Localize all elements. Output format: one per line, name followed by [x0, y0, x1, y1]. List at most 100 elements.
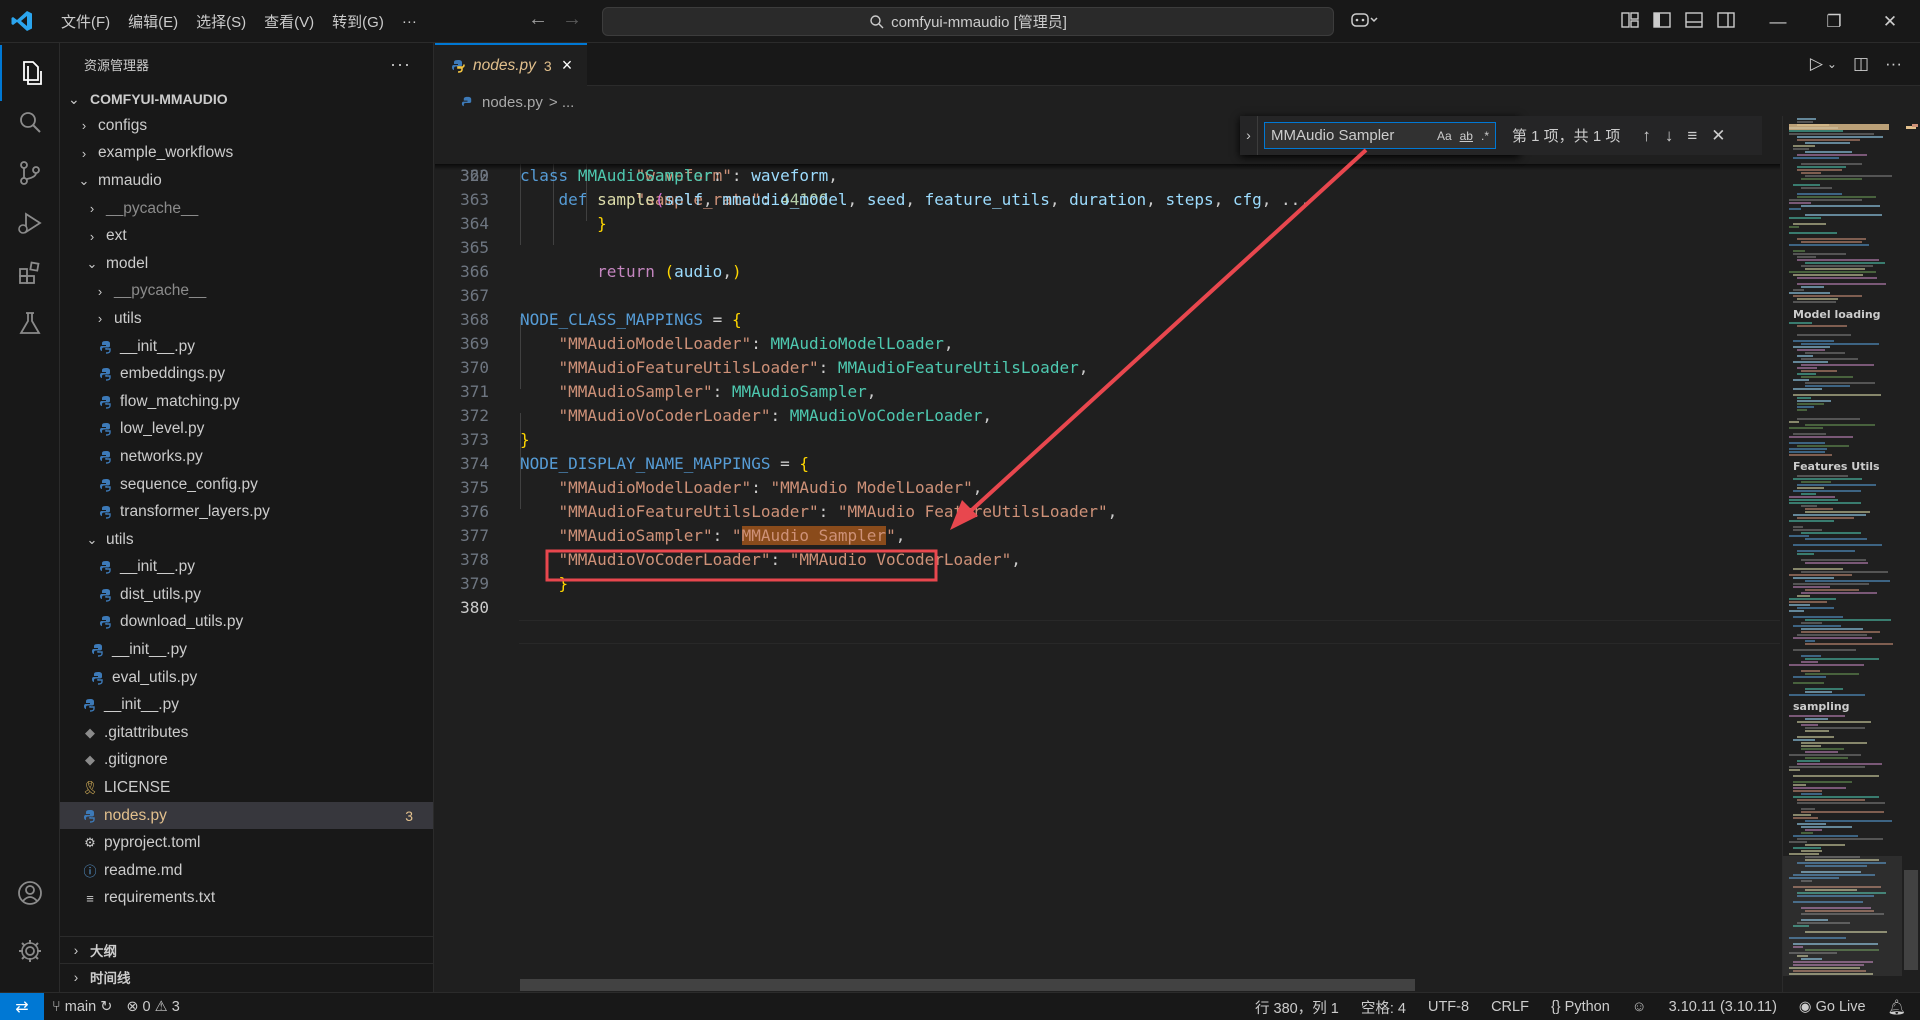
minimize-icon[interactable]: —	[1750, 12, 1806, 32]
code-line[interactable]: 368 NODE_CLASS_MAPPINGS = {	[435, 308, 1780, 332]
explorer-more-actions[interactable]: ···	[390, 54, 411, 75]
run-dropdown-chevron-icon[interactable]: ⌄	[1827, 57, 1837, 74]
tab-nodes-py[interactable]: nodes.py 3 ×	[435, 43, 587, 86]
run-python-file-icon[interactable]: ▷	[1810, 54, 1823, 74]
testing-icon[interactable]	[0, 295, 60, 351]
timeline-section[interactable]: › 时间线	[60, 963, 434, 990]
code-line[interactable]: 378 "MMAudioVoCoderLoader": "MMAudio VoC…	[435, 548, 1780, 572]
search-view-icon[interactable]	[0, 95, 60, 151]
tree-file[interactable]: sequence_config.py	[60, 471, 433, 499]
tree-file[interactable]: ◆ .gitignore	[60, 747, 433, 775]
code-line[interactable]: 374 NODE_DISPLAY_NAME_MAPPINGS = {	[435, 452, 1780, 476]
tree-folder[interactable]: › ext	[60, 222, 433, 250]
menu-file[interactable]: 文件(F)	[52, 11, 119, 32]
breadcrumb-rest[interactable]: > ...	[549, 94, 574, 111]
tree-file[interactable]: __init__.py	[60, 691, 433, 719]
code-line[interactable]: 367	[435, 284, 1780, 308]
tree-folder[interactable]: › example_workflows	[60, 140, 433, 168]
tree-file[interactable]: ◆ .gitattributes	[60, 719, 433, 747]
regex-toggle[interactable]: .*	[1481, 129, 1489, 143]
encoding[interactable]: UTF-8	[1428, 999, 1469, 1015]
tree-folder[interactable]: › configs	[60, 112, 433, 140]
split-editor-icon[interactable]: ◫	[1853, 54, 1869, 74]
code-line[interactable]: 371 "MMAudioSampler": MMAudioSampler,	[435, 380, 1780, 404]
copilot-status-icon[interactable]: ☺	[1632, 999, 1647, 1015]
run-debug-icon[interactable]	[0, 195, 60, 251]
previous-match-arrow-icon[interactable]: ↑	[1642, 126, 1651, 146]
layout-customize-icon[interactable]	[1620, 10, 1640, 30]
match-whole-word-toggle[interactable]: ab	[1460, 129, 1473, 143]
scrollbar-thumb[interactable]	[1904, 870, 1918, 970]
find-input[interactable]: MMAudio Sampler Aa ab .*	[1264, 122, 1496, 149]
toggle-panel-icon[interactable]	[1684, 10, 1704, 30]
tree-file[interactable]: __init__.py	[60, 554, 433, 582]
tree-folder[interactable]: › __pycache__	[60, 195, 433, 223]
code-line[interactable]: 364 }	[435, 212, 1780, 236]
cursor-position[interactable]: 行 380，列 1	[1255, 997, 1339, 1018]
tree-folder[interactable]: › utils	[60, 305, 433, 333]
tree-file[interactable]: nodes.py 3	[60, 801, 433, 830]
code-line[interactable]: 375 "MMAudioModelLoader": "MMAudio Model…	[435, 476, 1780, 500]
tree-file[interactable]: download_utils.py	[60, 609, 433, 637]
menu-go[interactable]: 转到(G)	[323, 11, 393, 32]
tree-folder[interactable]: ⌄ mmaudio	[60, 167, 433, 195]
tree-file[interactable]: transformer_layers.py	[60, 498, 433, 526]
code-line[interactable]: 370 "MMAudioFeatureUtilsLoader": MMAudio…	[435, 356, 1780, 380]
outline-section[interactable]: › 大纲	[60, 936, 434, 963]
tree-file[interactable]: dist_utils.py	[60, 581, 433, 609]
tree-file[interactable]: 🎗︎ LICENSE	[60, 774, 433, 802]
tree-file[interactable]: flow_matching.py	[60, 388, 433, 416]
minimap-viewport[interactable]	[1783, 856, 1902, 976]
copilot-icon[interactable]	[1350, 10, 1380, 34]
menu-more[interactable]: ···	[393, 13, 426, 30]
problems-indicator[interactable]: ⊗ 0 ⚠ 3	[126, 999, 179, 1015]
code-line[interactable]: 365	[435, 236, 1780, 260]
tree-file[interactable]: eval_utils.py	[60, 664, 433, 692]
tree-file[interactable]: networks.py	[60, 443, 433, 471]
tree-file[interactable]: low_level.py	[60, 416, 433, 444]
tree-file[interactable]: ⚙ pyproject.toml	[60, 829, 433, 857]
accounts-icon[interactable]	[0, 865, 60, 921]
toggle-secondary-sidebar-icon[interactable]	[1716, 10, 1736, 30]
next-match-arrow-icon[interactable]: ↓	[1665, 126, 1674, 146]
extensions-icon[interactable]	[0, 245, 60, 301]
toggle-primary-sidebar-icon[interactable]	[1652, 10, 1672, 30]
code-line[interactable]: 372 "MMAudioVoCoderLoader": MMAudioVoCod…	[435, 404, 1780, 428]
code-line[interactable]: 379 }	[435, 572, 1780, 596]
close-window-icon[interactable]: ✕	[1862, 12, 1918, 32]
code-line[interactable]: 373}	[435, 428, 1780, 452]
editor-more-actions-icon[interactable]: ···	[1885, 54, 1902, 74]
settings-gear-icon[interactable]	[0, 923, 60, 979]
forward-arrow-icon[interactable]: →	[562, 8, 582, 31]
menu-edit[interactable]: 编辑(E)	[119, 11, 187, 32]
workspace-root[interactable]: ⌄ COMFYUI-MMAUDIO	[60, 86, 433, 112]
python-interpreter[interactable]: 3.10.11 (3.10.11)	[1669, 999, 1777, 1015]
tree-file[interactable]: ≡ requirements.txt	[60, 885, 433, 913]
tree-folder[interactable]: › __pycache__	[60, 278, 433, 306]
code-line[interactable]: 376 "MMAudioFeatureUtilsLoader": "MMAudi…	[435, 500, 1780, 524]
find-in-selection-icon[interactable]: ≡	[1687, 126, 1697, 146]
tree-folder[interactable]: ⌄ model	[60, 250, 433, 278]
line-ending[interactable]: CRLF	[1491, 999, 1529, 1015]
code-line[interactable]: 377 "MMAudioSampler": "MMAudio Sampler",	[435, 524, 1780, 548]
vertical-scrollbar[interactable]	[1902, 116, 1920, 992]
horizontal-scrollbar[interactable]	[520, 979, 1415, 991]
tree-file[interactable]: __init__.py	[60, 636, 433, 664]
explorer-icon[interactable]	[0, 45, 60, 101]
indentation[interactable]: 空格: 4	[1361, 997, 1406, 1018]
restore-icon[interactable]: ❐	[1806, 12, 1862, 32]
back-arrow-icon[interactable]: ←	[528, 8, 548, 31]
breadcrumb-file[interactable]: nodes.py	[482, 94, 543, 111]
language-mode[interactable]: {} Python	[1551, 999, 1610, 1015]
code-line[interactable]: 369 "MMAudioModelLoader": MMAudioModelLo…	[435, 332, 1780, 356]
remote-indicator-icon[interactable]: ⇄	[0, 993, 44, 1020]
tree-file[interactable]: embeddings.py	[60, 360, 433, 388]
code-line[interactable]: 366 return (audio,)	[435, 260, 1780, 284]
close-find-icon[interactable]: ✕	[1711, 126, 1725, 146]
vscode-logo-icon[interactable]	[10, 9, 34, 33]
menu-view[interactable]: 查看(V)	[255, 11, 323, 32]
minimap[interactable]: Model loading Features Utils sampling	[1782, 116, 1902, 992]
tab-close-icon[interactable]: ×	[562, 55, 573, 76]
git-branch[interactable]: ⑂ main ↻	[52, 999, 112, 1015]
command-center-search[interactable]: comfyui-mmaudio [管理员]	[602, 7, 1334, 36]
